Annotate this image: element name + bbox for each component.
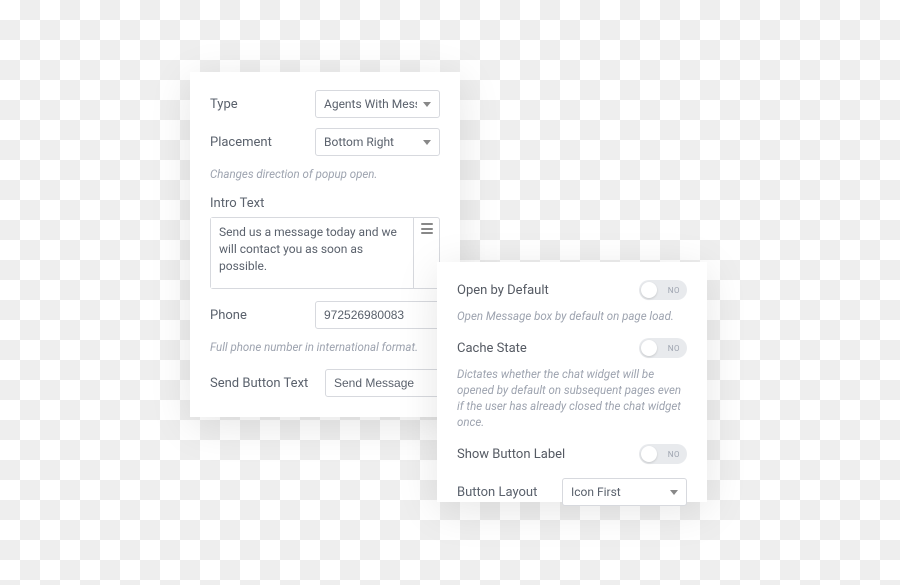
- type-select[interactable]: Agents With Messa: [315, 90, 440, 118]
- chevron-down-icon: [423, 140, 431, 145]
- toggle-knob: [641, 446, 657, 462]
- settings-panel-main: Type Agents With Messa Placement Bottom …: [190, 72, 460, 417]
- send-button-text-label: Send Button Text: [210, 376, 325, 391]
- toggle-state-text: NO: [668, 286, 680, 295]
- button-layout-select-value: Icon First: [571, 485, 621, 499]
- button-layout-label: Button Layout: [457, 485, 562, 500]
- phone-label: Phone: [210, 308, 315, 323]
- placement-label: Placement: [210, 135, 315, 150]
- cache-state-toggle[interactable]: NO: [639, 338, 687, 358]
- phone-helper: Full phone number in international forma…: [210, 339, 440, 355]
- send-button-text-input[interactable]: [325, 369, 440, 397]
- toggle-knob: [641, 340, 657, 356]
- phone-input[interactable]: [315, 301, 440, 329]
- phone-row: Phone: [210, 301, 440, 329]
- intro-label: Intro Text: [210, 196, 440, 211]
- type-row: Type Agents With Messa: [210, 90, 440, 118]
- placement-select[interactable]: Bottom Right: [315, 128, 440, 156]
- open-default-toggle[interactable]: NO: [639, 280, 687, 300]
- intro-textarea-wrap: [210, 217, 440, 289]
- placement-select-value: Bottom Right: [324, 135, 394, 149]
- placement-helper: Changes direction of popup open.: [210, 166, 440, 182]
- placement-row: Placement Bottom Right: [210, 128, 440, 156]
- chevron-down-icon: [423, 102, 431, 107]
- toggle-knob: [641, 282, 657, 298]
- open-default-row: Open by Default NO: [457, 280, 687, 300]
- send-button-text-row: Send Button Text: [210, 369, 440, 397]
- cache-state-helper: Dictates whether the chat widget will be…: [457, 366, 687, 430]
- intro-dynamic-button[interactable]: [413, 218, 439, 288]
- intro-textarea[interactable]: [211, 218, 413, 288]
- button-layout-row: Button Layout Icon First: [457, 478, 687, 506]
- button-layout-select[interactable]: Icon First: [562, 478, 687, 506]
- database-icon: [421, 223, 433, 234]
- show-button-label-label: Show Button Label: [457, 447, 565, 462]
- chevron-down-icon: [670, 490, 678, 495]
- open-default-helper: Open Message box by default on page load…: [457, 308, 687, 324]
- type-label: Type: [210, 97, 315, 112]
- show-button-label-toggle[interactable]: NO: [639, 444, 687, 464]
- show-button-label-row: Show Button Label NO: [457, 444, 687, 464]
- toggle-state-text: NO: [668, 344, 680, 353]
- type-select-value: Agents With Messa: [324, 97, 417, 111]
- toggle-state-text: NO: [668, 450, 680, 459]
- settings-panel-secondary: Open by Default NO Open Message box by d…: [437, 262, 707, 502]
- cache-state-row: Cache State NO: [457, 338, 687, 358]
- cache-state-label: Cache State: [457, 341, 527, 356]
- open-default-label: Open by Default: [457, 283, 549, 298]
